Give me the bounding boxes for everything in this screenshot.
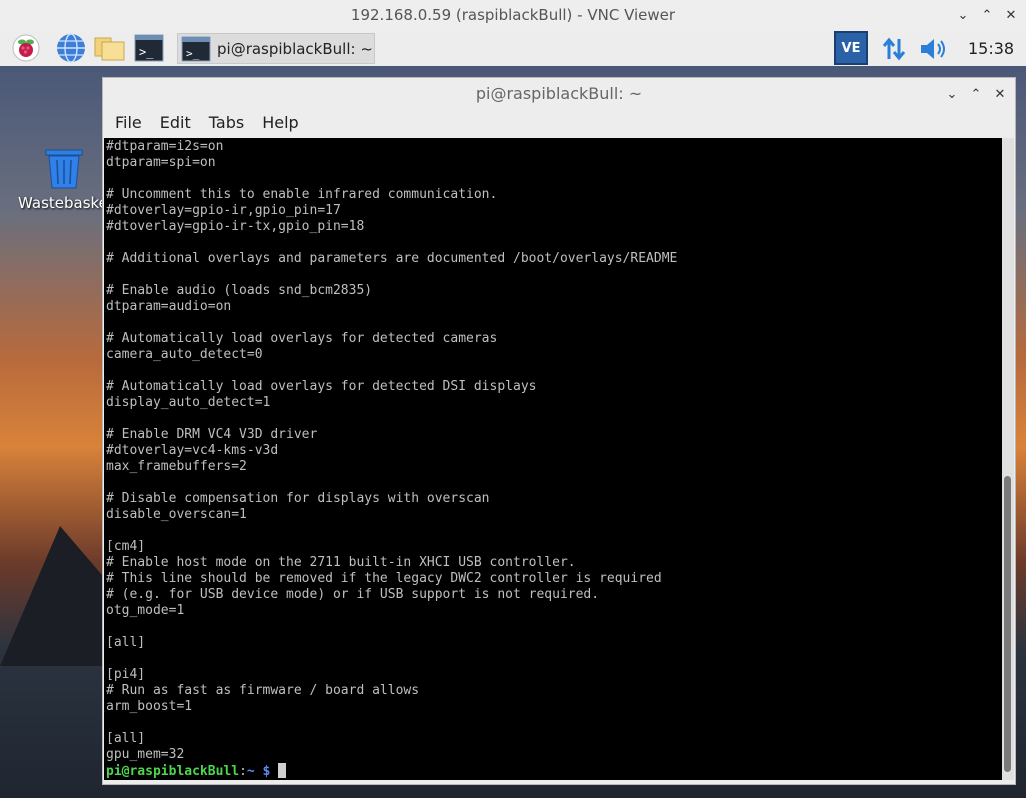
minimize-icon[interactable]: ⌄: [956, 5, 970, 25]
vnc-server-tray-icon[interactable]: VE: [834, 31, 868, 65]
web-browser-icon[interactable]: [53, 33, 89, 63]
wastebasket-label: Wastebasket: [18, 194, 114, 212]
terminal-line: camera_auto_detect=0: [106, 347, 263, 362]
terminal-line: arm_boost=1: [106, 699, 193, 714]
vnc-window-title: 192.168.0.59 (raspiblackBull) - VNC View…: [350, 6, 676, 24]
terminal-line: #dtoverlay=vc4-kms-v3d: [106, 443, 279, 458]
terminal-line: # Run as fast as firmware / board allows: [106, 683, 420, 698]
terminal-line: gpu_mem=32: [106, 747, 185, 762]
vnc-title-bar: 192.168.0.59 (raspiblackBull) - VNC View…: [0, 0, 1026, 32]
svg-text:>_: >_: [186, 47, 200, 60]
terminal-scrollbar[interactable]: [1002, 138, 1014, 780]
terminal-menubar: File Edit Tabs Help: [103, 108, 1015, 136]
maximize-icon[interactable]: ⌃: [980, 5, 994, 25]
scrollbar-thumb[interactable]: [1004, 476, 1011, 772]
wastebasket-icon[interactable]: [42, 148, 86, 190]
taskbar-panel: >_ >_ pi@raspiblackBull: ~: [0, 31, 1026, 67]
terminal-line: # Enable host mode on the 2711 built-in …: [106, 555, 576, 570]
taskbar-terminal-button[interactable]: >_ pi@raspiblackBull: ~: [177, 33, 375, 64]
svg-text:>_: >_: [139, 45, 154, 59]
terminal-line: dtparam=audio=on: [106, 299, 232, 314]
volume-icon[interactable]: [917, 34, 949, 64]
minimize-icon[interactable]: ⌄: [945, 84, 959, 104]
text-cursor: [278, 763, 287, 778]
menu-edit[interactable]: Edit: [158, 113, 193, 132]
terminal-line: #dtoverlay=gpio-ir,gpio_pin=17: [106, 203, 341, 218]
terminal-window-controls: ⌄ ⌃ ✕: [945, 84, 1007, 104]
terminal-icon: >_: [181, 36, 211, 61]
file-manager-icon[interactable]: [92, 33, 128, 63]
terminal-line: #dtoverlay=gpio-ir-tx,gpio_pin=18: [106, 219, 365, 234]
terminal-line: # Uncomment this to enable infrared comm…: [106, 187, 498, 202]
terminal-line: # Disable compensation for displays with…: [106, 491, 490, 506]
terminal-line: #dtparam=i2s=on: [106, 139, 224, 154]
close-icon[interactable]: ✕: [993, 84, 1007, 104]
terminal-line: # This line should be removed if the leg…: [106, 571, 662, 586]
terminal-line: # Enable audio (loads snd_bcm2835): [106, 283, 373, 298]
terminal-launcher-icon[interactable]: >_: [132, 33, 166, 63]
terminal-title-bar[interactable]: pi@raspiblackBull: ~ ⌄ ⌃ ✕: [103, 78, 1015, 108]
taskbar-terminal-label: pi@raspiblackBull: ~: [217, 39, 373, 58]
terminal-line: dtparam=spi=on: [106, 155, 216, 170]
prompt-colon: :: [239, 764, 247, 779]
terminal-line: # Automatically load overlays for detect…: [106, 331, 498, 346]
terminal-window-title: pi@raspiblackBull: ~: [475, 84, 643, 103]
panel-clock[interactable]: 15:38: [968, 39, 1014, 58]
terminal-line: [all]: [106, 635, 146, 650]
close-icon[interactable]: ✕: [1004, 5, 1018, 25]
terminal-line: display_auto_detect=1: [106, 395, 271, 410]
terminal-line: max_framebuffers=2: [106, 459, 247, 474]
prompt-path: ~: [246, 764, 255, 779]
terminal-line: # (e.g. for USB device mode) or if USB s…: [106, 587, 600, 602]
prompt-symbol: $: [254, 764, 279, 779]
vnc-window-controls: ⌄ ⌃ ✕: [956, 5, 1018, 25]
maximize-icon[interactable]: ⌃: [969, 84, 983, 104]
raspberry-menu-icon[interactable]: [9, 33, 43, 63]
terminal-line: [cm4]: [106, 539, 146, 554]
menu-file[interactable]: File: [113, 113, 144, 132]
terminal-line: # Enable DRM VC4 V3D driver: [106, 427, 318, 442]
prompt-user-host: pi@raspiblackBull: [106, 764, 240, 779]
terminal-window: pi@raspiblackBull: ~ ⌄ ⌃ ✕ File Edit Tab…: [102, 77, 1016, 785]
terminal-line: [pi4]: [106, 667, 146, 682]
terminal-line: # Automatically load overlays for detect…: [106, 379, 537, 394]
menu-help[interactable]: Help: [260, 113, 300, 132]
terminal-line: # Additional overlays and parameters are…: [106, 251, 678, 266]
terminal-line: [all]: [106, 731, 146, 746]
network-arrows-icon[interactable]: [878, 34, 910, 64]
menu-tabs[interactable]: Tabs: [207, 113, 246, 132]
terminal-line: otg_mode=1: [106, 603, 185, 618]
terminal-line: disable_overscan=1: [106, 507, 247, 522]
shell-prompt[interactable]: pi@raspiblackBull:~ $: [104, 763, 1002, 779]
terminal-output[interactable]: #dtparam=i2s=on dtparam=spi=on # Uncomme…: [104, 138, 1002, 780]
